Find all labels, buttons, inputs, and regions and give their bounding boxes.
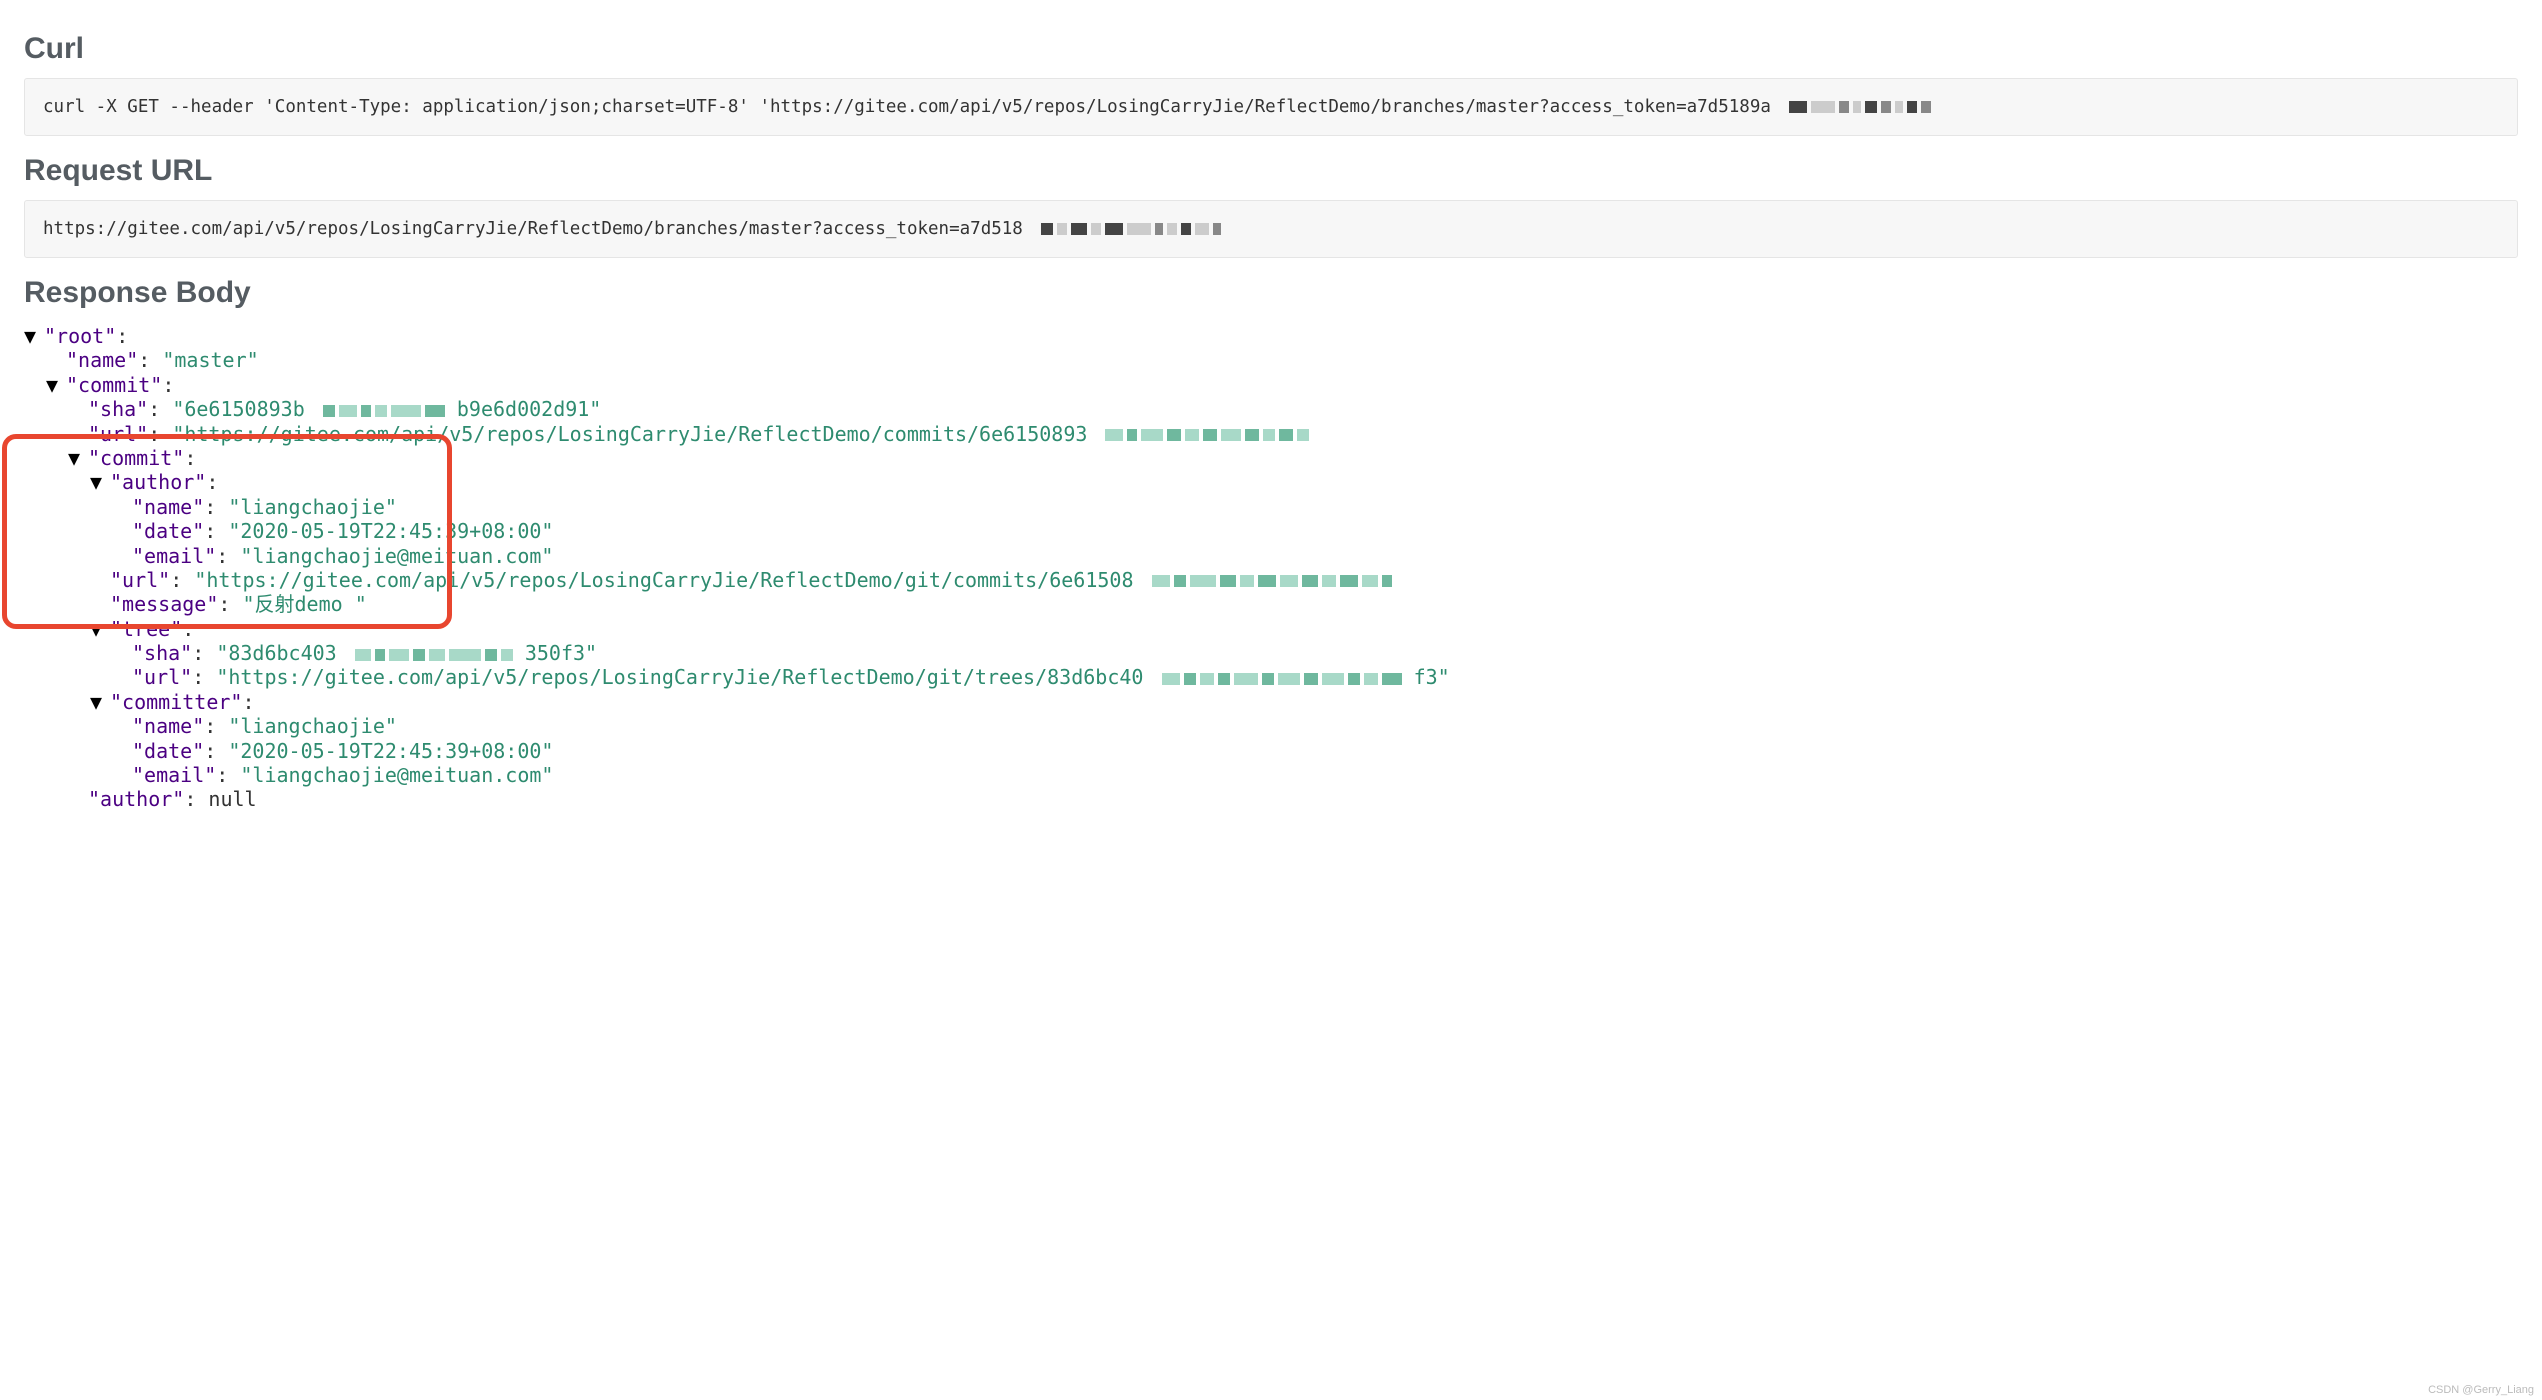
collapse-toggle-icon[interactable]: ▼ [90, 690, 110, 714]
json-node-commit[interactable]: ▼"commit": [24, 373, 2518, 397]
curl-heading: Curl [24, 32, 2518, 66]
json-node-committer-date: "date": "2020-05-19T22:45:39+08:00" [24, 739, 2518, 763]
redacted-token-icon [1789, 101, 1931, 113]
json-node-sha: "sha": "6e6150893b b9e6d002d91" [24, 397, 2518, 421]
json-node-author-date: "date": "2020-05-19T22:45:39+08:00" [24, 519, 2518, 543]
response-body-heading: Response Body [24, 276, 2518, 310]
redacted-token-icon [1041, 223, 1221, 235]
json-node-author-name: "name": "liangchaojie" [24, 495, 2518, 519]
json-node-tree-sha: "sha": "83d6bc403 350f3" [24, 641, 2518, 665]
redacted-segment-icon [1162, 673, 1402, 685]
request-url-text: https://gitee.com/api/v5/repos/LosingCar… [43, 219, 1023, 239]
json-node-tree[interactable]: ▼"tree": [24, 617, 2518, 641]
response-json-tree: ▼"root": "name": "master" ▼"commit": "sh… [24, 324, 2518, 812]
collapse-toggle-icon[interactable]: ▼ [68, 446, 88, 470]
curl-command-text: curl -X GET --header 'Content-Type: appl… [43, 97, 1771, 117]
json-node-committer[interactable]: ▼"committer": [24, 690, 2518, 714]
json-node-committer-email: "email": "liangchaojie@meituan.com" [24, 763, 2518, 787]
redacted-segment-icon [1105, 429, 1309, 441]
json-node-inner-commit[interactable]: ▼"commit": [24, 446, 2518, 470]
curl-code-block: curl -X GET --header 'Content-Type: appl… [24, 78, 2518, 136]
json-node-url: "url": "https://gitee.com/api/v5/repos/L… [24, 422, 2518, 446]
request-url-heading: Request URL [24, 154, 2518, 188]
watermark-text: CSDN @Gerry_Liang [2428, 1384, 2534, 1396]
collapse-toggle-icon[interactable]: ▼ [46, 373, 66, 397]
request-url-block: https://gitee.com/api/v5/repos/LosingCar… [24, 200, 2518, 258]
redacted-segment-icon [323, 405, 445, 417]
redacted-segment-icon [355, 649, 513, 661]
json-node-tree-url: "url": "https://gitee.com/api/v5/repos/L… [24, 665, 2518, 689]
json-node-outer-author: "author": null [24, 787, 2518, 811]
json-node-inner-url: "url": "https://gitee.com/api/v5/repos/L… [24, 568, 2518, 592]
json-node-root[interactable]: ▼"root": [24, 324, 2518, 348]
json-node-message: "message": "反射demo " [24, 592, 2518, 616]
redacted-segment-icon [1152, 575, 1392, 587]
json-node-committer-name: "name": "liangchaojie" [24, 714, 2518, 738]
json-node-author-email: "email": "liangchaojie@meituan.com" [24, 544, 2518, 568]
json-tree-container: ▼"root": "name": "master" ▼"commit": "sh… [24, 324, 2518, 812]
collapse-toggle-icon[interactable]: ▼ [24, 324, 44, 348]
collapse-toggle-icon[interactable]: ▼ [90, 617, 110, 641]
collapse-toggle-icon[interactable]: ▼ [90, 470, 110, 494]
json-node-name: "name": "master" [24, 348, 2518, 372]
json-node-author[interactable]: ▼"author": [24, 470, 2518, 494]
